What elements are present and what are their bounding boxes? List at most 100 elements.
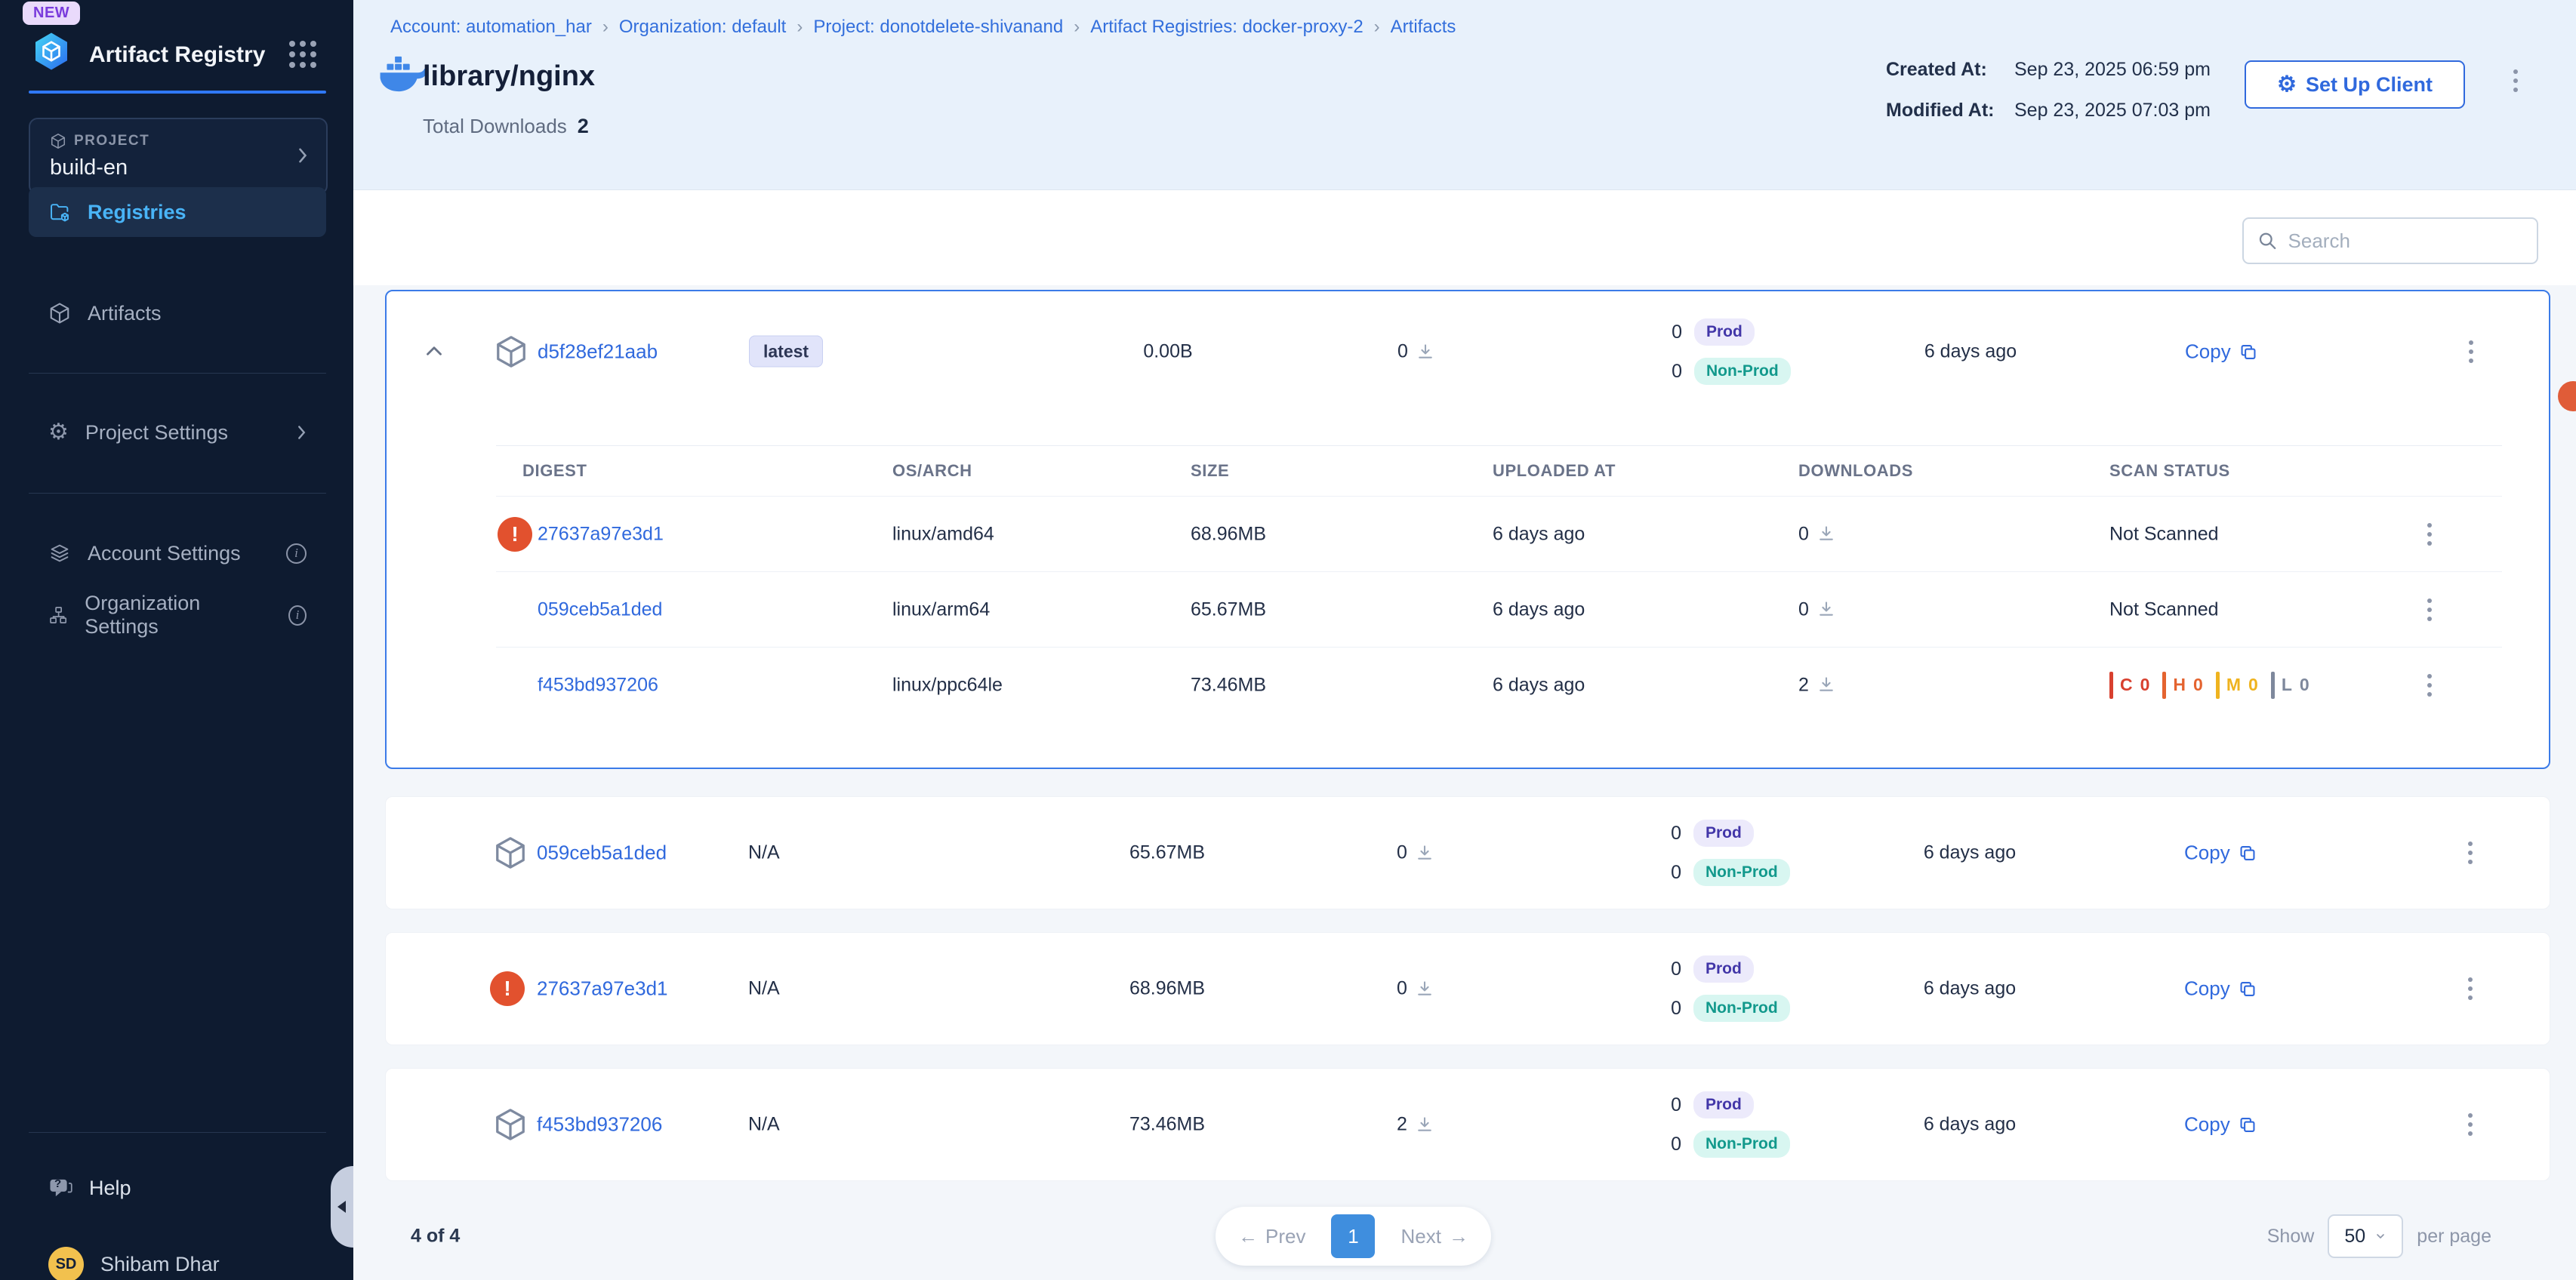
digest-link[interactable]: 27637a97e3d1 (538, 523, 664, 545)
registries-folder-icon (48, 201, 71, 223)
nonprod-badge: Non-Prod (1693, 995, 1790, 1022)
breadcrumb-artifacts[interactable]: Artifacts (1391, 17, 1456, 38)
download-icon (1416, 342, 1435, 362)
version-link[interactable]: 27637a97e3d1 (537, 977, 668, 1001)
info-icon[interactable]: i (286, 543, 307, 564)
row-menu-button[interactable] (2464, 973, 2477, 1005)
download-icon (1415, 1115, 1434, 1134)
downloads-cell: 0 (1798, 598, 1836, 620)
deployment-counts: 0Prod 0Non-Prod (1664, 318, 1791, 385)
row-menu-button[interactable] (2423, 518, 2436, 550)
page-size-select[interactable]: 50 (2328, 1214, 2403, 1258)
size-value: 0.00B (1092, 341, 1243, 363)
user-name: Shibam Dhar (100, 1253, 220, 1276)
artifact-version-row: d5f28ef21aab latest 0.00B 0 0Prod 0Non-P… (387, 291, 2549, 412)
scan-status-value: Not Scanned (2109, 598, 2219, 620)
sidebar-item-label: Artifacts (88, 302, 162, 325)
setup-client-button[interactable]: ⚙ Set Up Client (2245, 60, 2465, 109)
organization-settings-icon (48, 604, 68, 626)
row-menu-button[interactable] (2464, 1109, 2477, 1140)
sidebar-item-label: Account Settings (88, 542, 241, 565)
user-menu[interactable]: SD Shibam Dhar (48, 1247, 220, 1280)
project-selector[interactable]: PROJECT build-en (29, 118, 328, 195)
artifact-version-row: ! 27637a97e3d1 N/A 68.96MB 0 0Prod 0Non-… (385, 932, 2550, 1045)
row-menu-button[interactable] (2464, 837, 2477, 869)
app-switcher-icon[interactable] (289, 41, 316, 68)
info-icon[interactable]: i (288, 605, 307, 626)
prev-page-button[interactable]: ←Prev (1238, 1225, 1305, 1248)
result-count: 4 of 4 (411, 1226, 460, 1248)
digest-link[interactable]: f453bd937206 (538, 674, 658, 696)
page-header: Account: automation_har› Organization: d… (353, 0, 2576, 190)
os-arch-value: linux/arm64 (892, 598, 990, 620)
row-menu-button[interactable] (2423, 594, 2436, 626)
deployment-counts: 0Prod 0Non-Prod (1663, 820, 1790, 886)
modified-at-label: Modified At: (1886, 100, 1994, 122)
breadcrumb-registry[interactable]: Artifact Registries: docker-proxy-2 (1090, 17, 1363, 38)
scan-medium: M0 (2216, 672, 2259, 699)
breadcrumb-organization[interactable]: Organization: default (619, 17, 786, 38)
help-button[interactable]: ? Help (29, 1164, 326, 1212)
version-link[interactable]: 059ceb5a1ded (537, 842, 667, 865)
prod-badge: Prod (1694, 318, 1755, 346)
prod-badge: Prod (1693, 820, 1754, 847)
downloads-cell: 2 (1355, 1114, 1476, 1136)
arrow-left-icon: ← (1238, 1225, 1258, 1248)
created-at-value: Sep 23, 2025 06:59 pm (2014, 59, 2211, 81)
copy-button[interactable]: Copy (2184, 977, 2257, 1001)
version-link[interactable]: d5f28ef21aab (538, 340, 658, 364)
tag-value: N/A (748, 842, 780, 864)
age-value: 6 days ago (1879, 842, 2060, 864)
sidebar-item-registries[interactable]: Registries (29, 187, 326, 237)
download-icon (1816, 675, 1836, 695)
per-page-label: per page (2417, 1226, 2491, 1248)
sidebar-item-organization-settings[interactable]: Organization Settings i (29, 590, 326, 640)
copy-button[interactable]: Copy (2184, 1113, 2257, 1137)
column-downloads: DOWNLOADS (1798, 461, 1913, 481)
downloads-cell: 0 (1355, 978, 1476, 1000)
copy-button[interactable]: Copy (2184, 842, 2257, 865)
breadcrumb-account[interactable]: Account: automation_har (390, 17, 592, 38)
sidebar-collapse-handle[interactable] (331, 1166, 353, 1248)
nonprod-badge: Non-Prod (1693, 1131, 1790, 1158)
row-menu-button[interactable] (2464, 336, 2478, 368)
copy-button[interactable]: Copy (2185, 340, 2258, 364)
scan-status-counts[interactable]: C0 H0 M0 L0 (2109, 672, 2310, 699)
scan-low: L0 (2271, 672, 2310, 699)
sidebar: NEW Artifact Registry PROJECT build-en R… (0, 0, 353, 1280)
modified-at-value: Sep 23, 2025 07:03 pm (2014, 100, 2211, 122)
column-scan-status: SCAN STATUS (2109, 461, 2230, 481)
account-settings-layers-icon (48, 542, 71, 565)
next-page-button[interactable]: Next→ (1400, 1225, 1468, 1248)
sidebar-item-artifacts[interactable]: Artifacts (29, 288, 326, 338)
chevron-down-icon (2374, 1230, 2386, 1242)
download-icon (1816, 600, 1836, 620)
collapse-row-button[interactable] (417, 334, 451, 369)
search-input[interactable] (2288, 229, 2523, 253)
page-1-button[interactable]: 1 (1331, 1214, 1375, 1258)
toolbar (353, 190, 2576, 285)
artifacts-package-icon (48, 302, 71, 325)
sidebar-divider (29, 493, 326, 494)
breadcrumb-project[interactable]: Project: donotdelete-shivanand (813, 17, 1063, 38)
uploaded-at-value: 6 days ago (1493, 523, 1585, 545)
copy-icon (2238, 979, 2257, 998)
sidebar-item-label: Project Settings (85, 421, 228, 445)
sidebar-item-account-settings[interactable]: Account Settings i (29, 528, 326, 578)
downloads-cell: 0 (1356, 341, 1477, 363)
created-at-label: Created At: (1886, 59, 1987, 81)
version-link[interactable]: f453bd937206 (537, 1113, 662, 1137)
header-menu-button[interactable] (2509, 65, 2522, 97)
package-icon (493, 835, 528, 870)
vulnerability-warning-icon: ! (498, 517, 532, 552)
digest-link[interactable]: 059ceb5a1ded (538, 598, 662, 620)
row-menu-button[interactable] (2423, 669, 2436, 701)
sidebar-item-project-settings[interactable]: ⚙ Project Settings (29, 408, 326, 457)
chevron-up-icon (421, 338, 447, 364)
prod-badge: Prod (1693, 1091, 1754, 1118)
docker-icon (377, 54, 426, 94)
scan-status-value: Not Scanned (2109, 523, 2219, 545)
tag-value: N/A (748, 978, 780, 1000)
scan-critical: C0 (2109, 672, 2150, 699)
prod-badge: Prod (1693, 955, 1754, 983)
